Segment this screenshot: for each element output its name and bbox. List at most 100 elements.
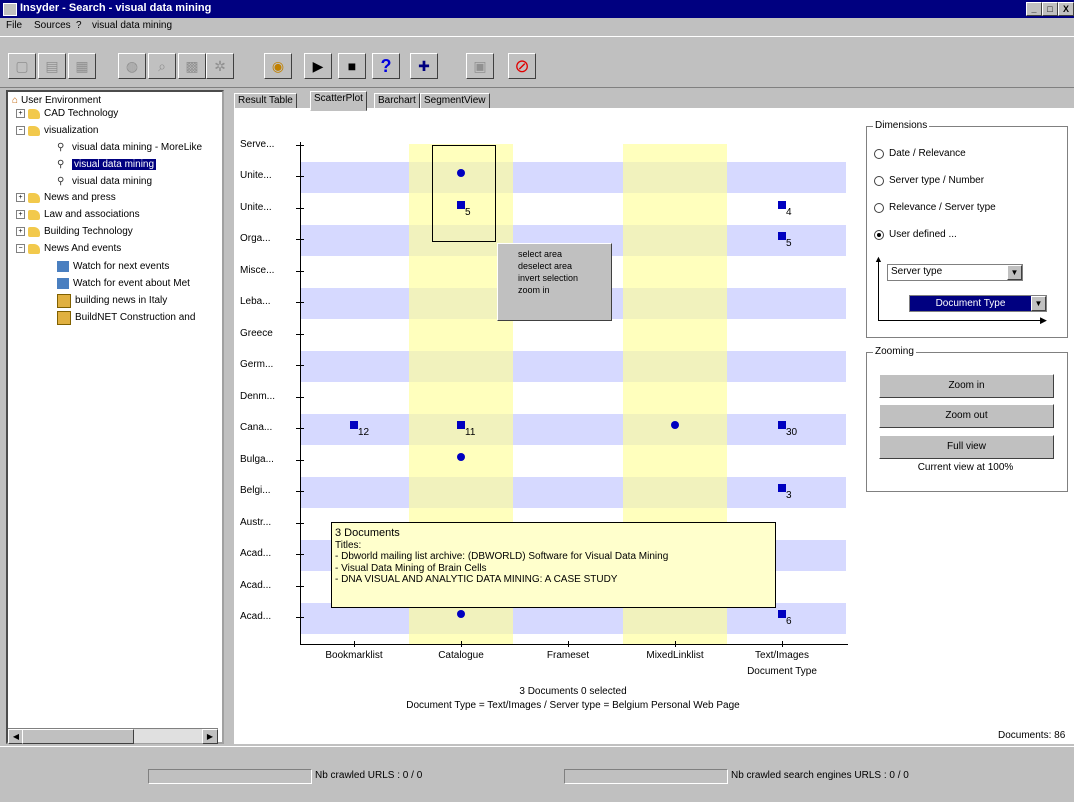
tree-node-watch-met[interactable]: Watch for event about Met bbox=[57, 277, 190, 290]
globe-icon[interactable]: ◍ bbox=[118, 53, 146, 79]
menu-select-area[interactable]: select area bbox=[498, 248, 611, 260]
maximize-button[interactable]: □ bbox=[1042, 2, 1058, 16]
tree-node-label: CAD Technology bbox=[44, 108, 119, 119]
tree-node-visualization[interactable]: − visualization bbox=[16, 124, 98, 137]
scroll-right-icon[interactable]: ▶ bbox=[202, 729, 218, 744]
data-point-square[interactable] bbox=[778, 610, 786, 619]
play-icon[interactable]: ▶ bbox=[304, 53, 332, 79]
x-tick-label: Bookmarklist bbox=[325, 650, 383, 661]
tree-node-search-morelike[interactable]: ⚲ visual data mining - MoreLike bbox=[57, 141, 202, 154]
menu-help[interactable]: ? bbox=[76, 20, 82, 31]
collapse-icon[interactable]: − bbox=[16, 126, 25, 135]
menu-deselect-area[interactable]: deselect area bbox=[498, 260, 611, 272]
tree-node-label: News And events bbox=[44, 243, 122, 254]
crawled-urls-progress bbox=[148, 769, 312, 784]
settings-icon[interactable]: ✲ bbox=[206, 53, 234, 79]
x-tick bbox=[675, 641, 676, 647]
data-point-square[interactable] bbox=[778, 232, 786, 241]
chevron-down-icon[interactable]: ▼ bbox=[1007, 265, 1022, 280]
tree-node-news-press[interactable]: + News and press bbox=[16, 191, 116, 204]
search-icon[interactable]: ⌕ bbox=[148, 53, 176, 79]
tree-node-label: Law and associations bbox=[44, 209, 140, 220]
folder-icon bbox=[28, 209, 40, 220]
radio-date-relevance[interactable]: Date / Relevance bbox=[874, 148, 966, 159]
row-band bbox=[300, 161, 846, 193]
radio-server-type-number[interactable]: Server type / Number bbox=[874, 175, 984, 186]
menu-current-search[interactable]: visual data mining bbox=[92, 20, 172, 31]
refresh-icon[interactable]: ◉ bbox=[264, 53, 292, 79]
menu-zoom-in[interactable]: zoom in bbox=[498, 284, 611, 296]
data-point-square[interactable] bbox=[778, 200, 786, 209]
navigation-tree bbox=[6, 90, 224, 744]
copy-icon[interactable]: ▣ bbox=[466, 53, 494, 79]
watch-icon bbox=[57, 261, 69, 272]
y-tick bbox=[296, 459, 304, 461]
tooltip-title-item: - Visual Data Mining of Brain Cells bbox=[335, 562, 487, 574]
y-dimension-value: Server type bbox=[891, 266, 943, 277]
full-view-button[interactable]: Full view bbox=[879, 435, 1054, 459]
tree-node-user-environment[interactable]: ⌂ User Environment bbox=[12, 94, 101, 107]
zoom-in-button[interactable]: Zoom in bbox=[879, 374, 1054, 398]
save-icon[interactable]: ▤ bbox=[38, 53, 66, 79]
tree-node-search[interactable]: ⚲ visual data mining bbox=[57, 175, 152, 188]
help-icon[interactable]: ? bbox=[372, 53, 400, 79]
close-button[interactable]: X bbox=[1058, 2, 1074, 16]
search-icon: ⚲ bbox=[57, 142, 65, 153]
data-point-square[interactable] bbox=[350, 421, 358, 430]
collapse-icon[interactable]: − bbox=[16, 244, 25, 253]
y-tick bbox=[296, 522, 304, 524]
x-tick bbox=[782, 641, 783, 647]
stop-icon[interactable]: ■ bbox=[338, 53, 366, 79]
folder-icon bbox=[28, 192, 40, 203]
app-icon bbox=[3, 3, 17, 16]
data-point-square[interactable] bbox=[778, 484, 786, 493]
expand-icon[interactable]: + bbox=[16, 210, 25, 219]
data-point-label: 12 bbox=[358, 427, 370, 439]
tree-node-law[interactable]: + Law and associations bbox=[16, 208, 140, 221]
radio-user-defined[interactable]: User defined ... bbox=[874, 229, 957, 240]
crawled-engines-label: Nb crawled search engines URLS : 0 / 0 bbox=[731, 770, 909, 781]
crawled-engines-progress bbox=[564, 769, 728, 784]
data-point-square[interactable] bbox=[778, 421, 786, 430]
tree-node-news-events[interactable]: − News And events bbox=[16, 242, 121, 255]
y-dimension-select[interactable]: Server type ▼ bbox=[887, 264, 1023, 281]
menu-sources[interactable]: Sources bbox=[34, 20, 71, 31]
menu-invert-selection[interactable]: invert selection bbox=[498, 272, 611, 284]
tree-node-building-technology[interactable]: + Building Technology bbox=[16, 225, 133, 238]
x-dimension-value: Document Type bbox=[910, 296, 1031, 311]
x-tick bbox=[568, 641, 569, 647]
expand-icon[interactable]: + bbox=[16, 109, 25, 118]
cancel-icon[interactable]: ⊘ bbox=[508, 53, 536, 79]
tree-node-cad-technology[interactable]: + CAD Technology bbox=[16, 107, 118, 120]
data-point-circle[interactable] bbox=[457, 452, 465, 461]
y-tick-label: Bulga... bbox=[240, 453, 274, 465]
row-band bbox=[300, 350, 846, 382]
tree-horizontal-scrollbar[interactable]: ◀ ▶ bbox=[8, 728, 218, 744]
menu-file[interactable]: File bbox=[6, 20, 22, 31]
tree-node-building-news[interactable]: building news in Italy bbox=[57, 293, 167, 308]
tab-scatterplot[interactable]: ScatterPlot bbox=[310, 91, 367, 111]
new-icon[interactable]: ▢ bbox=[8, 53, 36, 79]
chevron-down-icon[interactable]: ▼ bbox=[1031, 296, 1046, 311]
scroll-thumb[interactable] bbox=[22, 729, 134, 744]
tooltip-count: 3 Documents bbox=[335, 527, 400, 539]
dimensions-title: Dimensions bbox=[873, 120, 930, 131]
tree-node-label: visual data mining bbox=[72, 159, 157, 170]
tree-node-buildnet[interactable]: BuildNET Construction and bbox=[57, 310, 195, 325]
zoom-out-button[interactable]: Zoom out bbox=[879, 404, 1054, 428]
selection-rectangle[interactable] bbox=[432, 145, 496, 242]
minimize-button[interactable]: _ bbox=[1026, 2, 1042, 16]
tree-node-search-selected[interactable]: ⚲ visual data mining bbox=[57, 158, 157, 171]
tree-node-label: Watch for event about Met bbox=[73, 278, 190, 289]
tree-node-watch-next[interactable]: Watch for next events bbox=[57, 260, 169, 273]
data-point-square[interactable] bbox=[457, 421, 465, 430]
tools-icon[interactable]: ✚ bbox=[410, 53, 438, 79]
radio-relevance-server-type[interactable]: Relevance / Server type bbox=[874, 202, 996, 213]
expand-icon[interactable]: + bbox=[16, 193, 25, 202]
expand-icon[interactable]: + bbox=[16, 227, 25, 236]
tree-node-label: visual data mining - MoreLike bbox=[72, 142, 203, 153]
properties-icon[interactable]: ▦ bbox=[68, 53, 96, 79]
x-dimension-select[interactable]: Document Type ▼ bbox=[909, 295, 1047, 312]
image-icon[interactable]: ▩ bbox=[178, 53, 206, 79]
y-tick-label: Belgi... bbox=[240, 485, 271, 497]
